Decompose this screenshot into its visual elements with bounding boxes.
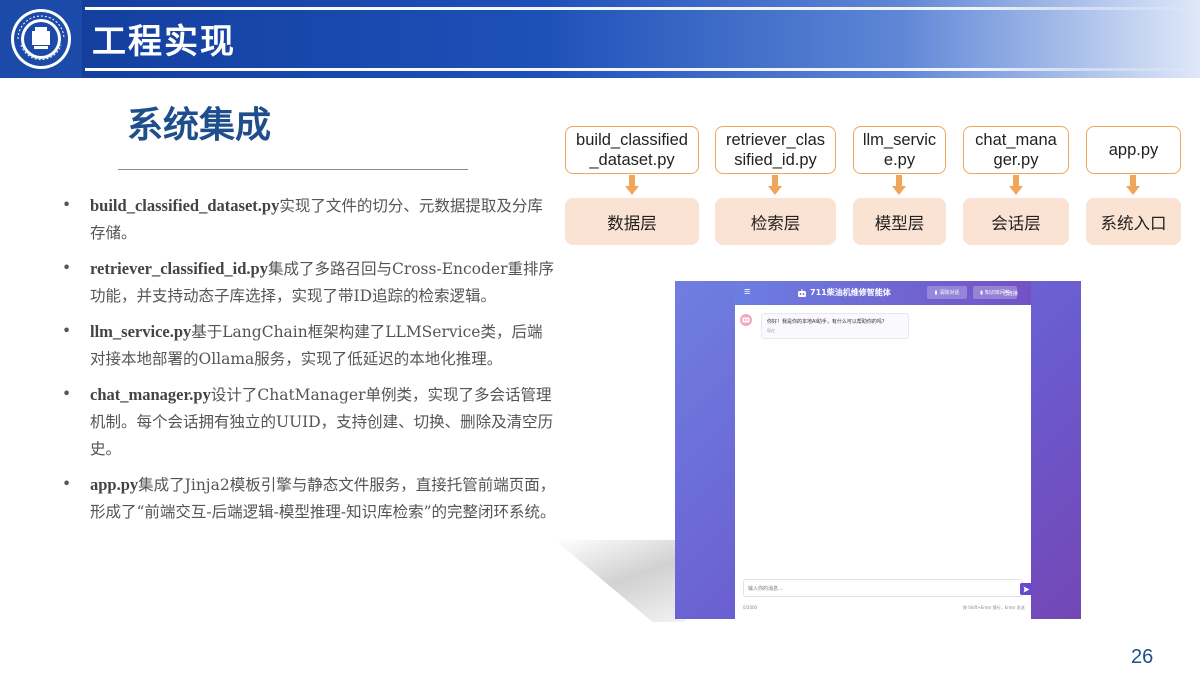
bullet-file-name: chat_manager.py bbox=[90, 385, 211, 404]
menu-icon[interactable]: ≡ bbox=[744, 286, 750, 298]
down-arrow-icon bbox=[1126, 175, 1140, 197]
bullet-item: • llm_service.py基于LangChain框架构建了LLMServic… bbox=[62, 318, 557, 373]
file-box-label: llm_service.py bbox=[862, 131, 937, 169]
assistant-message: 你好！我是你的本地AI助手，有什么可以帮助你的吗？ 现在 bbox=[761, 313, 909, 339]
bullet-list: • build_classified_dataset.py实现了文件的切分、元数据… bbox=[62, 192, 557, 534]
screenshot-shadow bbox=[555, 540, 685, 622]
layer-box-data: 数据层 bbox=[565, 198, 699, 245]
down-arrow-icon bbox=[892, 175, 906, 197]
down-arrow-icon bbox=[768, 175, 782, 197]
chat-title: 711柴油机维修智能体 bbox=[797, 287, 891, 298]
page-title: 工程实现 bbox=[92, 22, 236, 62]
bullet-dot-icon: • bbox=[62, 196, 72, 214]
layer-box-entry: 系统入口 bbox=[1086, 198, 1181, 245]
file-box-chat-manager: chat_manager.py bbox=[963, 126, 1069, 174]
file-box-label: app.py bbox=[1108, 141, 1159, 159]
bullet-item: • retriever_classified_id.py集成了多路召回与Cross… bbox=[62, 255, 557, 310]
bullet-item: • chat_manager.py设计了ChatManager单例类，实现了多会话… bbox=[62, 381, 557, 463]
bot-face-icon bbox=[742, 317, 750, 323]
file-box-label: retriever_classified_id.py bbox=[725, 131, 826, 169]
bullet-file-name: build_classified_dataset.py bbox=[90, 196, 280, 215]
chat-app-screenshot: ≡ 711柴油机维修智能体 ▮ 清除对话 ▮ 知识库问答 已连接 你好！我是你的本地… bbox=[675, 281, 1081, 619]
page-number: 26 bbox=[1131, 646, 1154, 668]
char-counter: 0/2000 bbox=[743, 605, 758, 610]
down-arrow-icon bbox=[625, 175, 639, 197]
university-seal-icon bbox=[11, 9, 71, 69]
bullet-file-name: app.py bbox=[90, 475, 139, 494]
bullet-item: • build_classified_dataset.py实现了文件的切分、元数据… bbox=[62, 192, 557, 247]
bullet-item: • app.py集成了Jinja2模板引擎与静态文件服务，直接托管前端页面，形成了… bbox=[62, 471, 557, 526]
book-icon: ▮ bbox=[980, 289, 983, 296]
bullet-dot-icon: • bbox=[62, 475, 72, 493]
connection-status: 已连接 bbox=[1003, 291, 1019, 297]
file-box-retriever-classified-id: retriever_classified_id.py bbox=[715, 126, 836, 174]
bullet-dot-icon: • bbox=[62, 385, 72, 403]
bullet-file-name: retriever_classified_id.py bbox=[90, 259, 268, 278]
banner-bottom-line bbox=[85, 68, 1200, 71]
file-box-label: build_classified_dataset.py bbox=[576, 131, 688, 169]
chat-title-text: 711柴油机维修智能体 bbox=[810, 288, 891, 297]
header-banner: 工程实现 bbox=[0, 0, 1200, 78]
trash-icon: ▮ bbox=[934, 289, 938, 296]
file-box-llm-service: llm_service.py bbox=[853, 126, 946, 174]
robot-icon bbox=[798, 288, 806, 297]
assistant-message-text: 你好！我是你的本地AI助手，有什么可以帮助你的吗？ bbox=[767, 319, 887, 325]
message-time: 现在 bbox=[767, 328, 775, 333]
file-box-build-classified-dataset: build_classified_dataset.py bbox=[565, 126, 699, 174]
bullet-text: 集成了Jinja2模板引擎与静态文件服务，直接托管前端页面，形成了“前端交互-后… bbox=[90, 476, 556, 521]
assistant-avatar bbox=[740, 314, 752, 326]
down-arrow-icon bbox=[1009, 175, 1023, 197]
chat-header: ≡ 711柴油机维修智能体 ▮ 清除对话 ▮ 知识库问答 已连接 bbox=[735, 281, 1031, 305]
section-title: 系统集成 bbox=[127, 105, 272, 146]
bullet-file-name: llm_service.py bbox=[90, 322, 192, 341]
layer-box-model: 模型层 bbox=[853, 198, 946, 245]
banner-top-line bbox=[85, 7, 1200, 10]
file-box-label: chat_manager.py bbox=[975, 131, 1057, 169]
layer-box-session: 会话层 bbox=[963, 198, 1069, 245]
university-logo bbox=[0, 0, 82, 78]
chat-panel: ≡ 711柴油机维修智能体 ▮ 清除对话 ▮ 知识库问答 已连接 你好！我是你的本地… bbox=[735, 281, 1033, 619]
clear-chat-button[interactable]: ▮ 清除对话 bbox=[927, 286, 967, 299]
layer-box-retrieval: 检索层 bbox=[715, 198, 836, 245]
file-box-app: app.py bbox=[1086, 126, 1181, 174]
bullet-dot-icon: • bbox=[62, 322, 72, 340]
bullet-dot-icon: • bbox=[62, 259, 72, 277]
section-divider bbox=[118, 169, 468, 170]
message-input[interactable] bbox=[748, 583, 998, 594]
send-icon bbox=[1023, 586, 1030, 592]
clear-chat-label: 清除对话 bbox=[939, 290, 960, 296]
message-input-box[interactable] bbox=[743, 579, 1023, 597]
input-hint: 按 Shift+Enter 换行，Enter 发送 bbox=[963, 605, 1025, 610]
send-button[interactable] bbox=[1020, 583, 1033, 595]
